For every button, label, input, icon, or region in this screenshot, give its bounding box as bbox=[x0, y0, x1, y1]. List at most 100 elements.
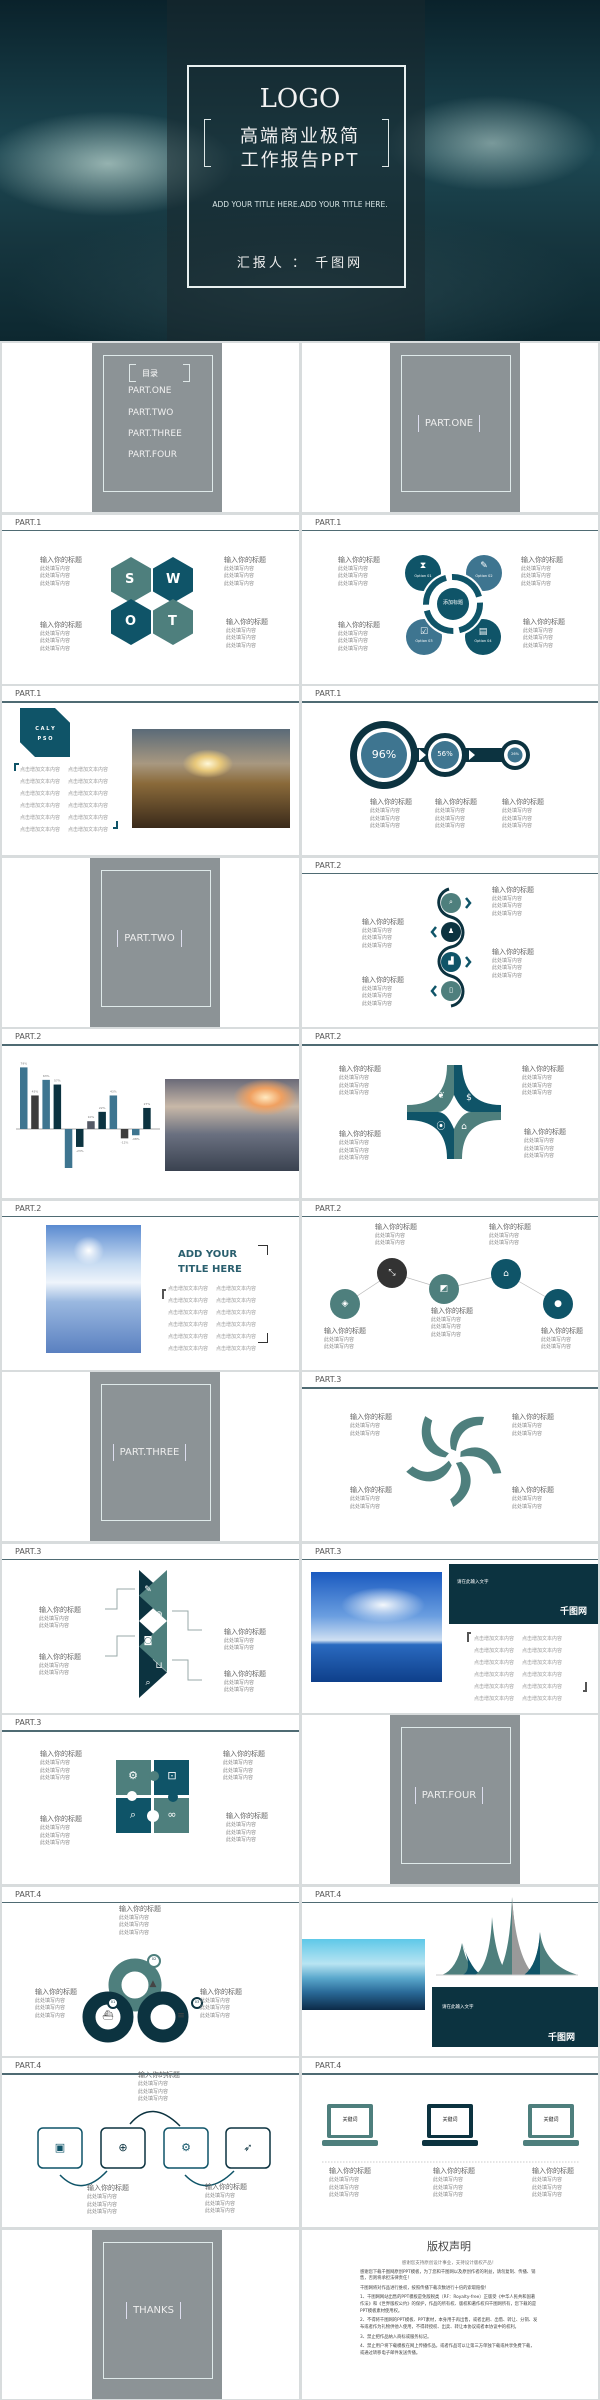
block-line: 此处填写内容 bbox=[523, 642, 554, 649]
grid-text: 点击增加文本内容 bbox=[20, 803, 61, 809]
calendar-icon: ▤ bbox=[478, 626, 488, 637]
bar-chart-slide[interactable]: PART.2 79% 43% 63% 57% -23% 10% 22% 43% -12% -08%… bbox=[2, 1029, 299, 1198]
home-icon: ⌂ bbox=[461, 1122, 467, 1132]
block-title: 输入你的标题 bbox=[370, 798, 412, 806]
block-title: 输入你的标题 bbox=[512, 1413, 554, 1421]
thanks-slide[interactable]: THANKS bbox=[2, 2229, 299, 2399]
step-number: 02 bbox=[151, 1956, 157, 1961]
toc-item[interactable]: PART.THREE bbox=[128, 429, 182, 439]
cycle-slide[interactable]: PART.1 添加标题 ⧗ ✎ ☑ ▤ Option 01 Option 02 … bbox=[302, 514, 598, 684]
progress-value: 56% bbox=[437, 750, 453, 758]
block-title: 输入你的标题 bbox=[523, 617, 565, 626]
pencil-icon: ✎ bbox=[144, 1584, 152, 1595]
block-line: 此处填写内容 bbox=[39, 1615, 70, 1622]
block-line: 此处填写内容 bbox=[224, 1679, 255, 1686]
section-slide-one[interactable]: PART.ONE bbox=[302, 343, 598, 512]
text-block: 输入你的标题 此处填写内容 此处填写内容 此处填写内容 bbox=[329, 2168, 371, 2201]
calypso-slide[interactable]: PART.1 C A L Y P S O 点击增加文本内容 点击增加文本内容 点击增… bbox=[2, 686, 299, 855]
rocket-icon: ▲ bbox=[149, 1978, 157, 1989]
block-line: 此处填写内容 bbox=[512, 1423, 543, 1429]
bar-label: 10% bbox=[88, 1115, 95, 1119]
text-grid: 点击增加文本内容 点击增加文本内容 点击增加文本内容 点击增加文本内容 点击增加文本内容… bbox=[20, 766, 108, 833]
wave-diagram bbox=[430, 887, 472, 1007]
wave-list-slide[interactable]: PART.2 ⌕ ♟ ▟ ▯ 输入你的标题 此处填写内容 此处填写内容 此处填写内容 … bbox=[302, 857, 598, 1027]
text-block: 输入你的标题 此处填写内容 此处填写内容 此处填写内容 bbox=[338, 556, 380, 590]
block-line: 此处填写内容 bbox=[541, 1336, 572, 1343]
text-block: 输入你的标题 此处填写内容 此处填写内容 bbox=[350, 1487, 392, 1512]
block-line: 此处填写内容 bbox=[435, 823, 466, 829]
pinwheel-slide[interactable]: PART.3 输入你的标题 此处填写内容 此处填写内容 输入你的标题 此处填写内容 此处… bbox=[302, 1372, 598, 1541]
mountains-slide[interactable]: PART.4 请在此输入文字 千图网 bbox=[302, 1886, 598, 2056]
toc-slide[interactable]: 目录 PART.ONE PART.TWO PART.THREE PART.FOU… bbox=[2, 343, 299, 512]
grid-text: 点击增加文本内容 bbox=[522, 1659, 563, 1666]
caption-text: 请在此输入文字 bbox=[442, 2004, 474, 2010]
ship-icon: ⛴ bbox=[102, 2010, 114, 2021]
block-title: 输入你的标题 bbox=[40, 1750, 82, 1758]
block-title: 输入你的标题 bbox=[433, 2167, 475, 2175]
sky-water-image bbox=[46, 1224, 141, 1353]
triangles-slide[interactable]: PART.3 ✎ ⊕ ◙ ⊔ ⌕ 输入你的标题 此处填写内容 此处填写内容 输入你的… bbox=[2, 1543, 299, 1713]
text-block: 输入你的标题 此处填写内容 此处填写内容 此处填写内容 bbox=[138, 2072, 180, 2105]
toc-item[interactable]: PART.FOUR bbox=[128, 450, 177, 460]
puzzle-diagram bbox=[116, 1760, 189, 1833]
section-slide-four[interactable]: PART.FOUR bbox=[302, 1715, 598, 1884]
progress-slide[interactable]: PART.1 96% 56% 26% 输入你的标题 此处填写内容 此处填写内容 此处填… bbox=[302, 686, 598, 855]
block-title: 输入你的标题 bbox=[492, 885, 534, 894]
add-title-slide[interactable]: PART.2 ADD YOUR TITLE HERE 点击增加文本内容 点击增加文… bbox=[2, 1200, 299, 1370]
bar bbox=[132, 1129, 140, 1136]
copyright-paragraph: 2、不得将千图网的PPT模板、PPT素材，本身用于再出售，或者出租、出借、转让、… bbox=[360, 2318, 538, 2331]
block-title: 输入你的标题 bbox=[200, 1987, 242, 1996]
text-block: 输入你的标题 此处填写内容 此处填写内容 此处填写内容 bbox=[35, 1988, 77, 2022]
rings-slide[interactable]: PART.4 02 01 03 ▲ ⛴ ≡ 输入你的标题 此处填写内容 此处填写内容… bbox=[2, 1886, 299, 2056]
steps-slide[interactable]: PART.4 ▣ ⊕ ⚙ ➶ 输入你的标题 此处填写内容 此处填写内容 此处填写内容 … bbox=[2, 2058, 299, 2227]
block-line: 此处填写内容 bbox=[40, 573, 71, 579]
block-line: 此处填写内容 bbox=[492, 910, 523, 917]
bar-label: 22% bbox=[99, 1106, 106, 1110]
laptops-slide[interactable]: PART.4 关键词 关键词 关键词 输入你的标题 此处填写内容 此处填写内容 此处填… bbox=[302, 2058, 598, 2227]
grid-text: 点击增加文本内容 bbox=[522, 1671, 563, 1678]
section-slide-two[interactable]: PART.TWO bbox=[2, 857, 299, 1027]
swot-slide[interactable]: PART.1 S W O T 输入你的标题 此处填写内容 此处填写内容 此处填写内容 … bbox=[2, 514, 299, 684]
block-title: 输入你的标题 bbox=[532, 2167, 574, 2175]
laptop bbox=[322, 2104, 378, 2146]
keyword-label: 关键词 bbox=[543, 2117, 559, 2123]
toc-item[interactable]: PART.ONE bbox=[128, 386, 171, 396]
section-title: PART.TWO bbox=[117, 929, 182, 947]
briefcase-icon: ▣ bbox=[54, 2141, 66, 2154]
sea-slide[interactable]: PART.3 请在此输入文字 千图网 点击增加文本内容 点击增加文本内容 点击增加文… bbox=[302, 1543, 598, 1713]
slide-title: ADD YOUR bbox=[178, 1248, 238, 1260]
grid-text: 点击增加文本内容 bbox=[68, 767, 109, 773]
block-title: 输入你的标题 bbox=[39, 1652, 81, 1661]
network-slide[interactable]: PART.2 ◈ ⤡ ◩ ⌂ ● 输入你的标题 此处填写内容 此处填写内容 输入你的… bbox=[302, 1200, 598, 1370]
block-line: 此处填写内容 bbox=[200, 2012, 231, 2019]
block-line: 此处填写内容 bbox=[40, 638, 71, 644]
section-slide-three[interactable]: PART.THREE bbox=[2, 1372, 299, 1541]
text-block: 输入你的标题 此处填写内容 此处填写内容 bbox=[39, 1652, 81, 1679]
block-title: 输入你的标题 bbox=[522, 1065, 564, 1073]
block-line: 此处填写内容 bbox=[492, 895, 523, 902]
part-label: PART.2 bbox=[15, 1203, 42, 1213]
cart-icon: ⊔ bbox=[155, 1660, 163, 1671]
copyright-slide[interactable]: 版权声明 感谢您支持原创设计事业，支持设计版权产品！ 感谢您下载千图网原创PPT… bbox=[302, 2229, 598, 2399]
star-slide[interactable]: PART.2 ❦ $ ⦿ ⌂ 输入你的标题 此处填写内容 此处填写内容 此处填写内容 … bbox=[302, 1029, 598, 1198]
grid-text: 点击增加文本内容 bbox=[474, 1671, 515, 1678]
block-line: 此处填写内容 bbox=[339, 1155, 370, 1161]
block-title: 输入你的标题 bbox=[362, 917, 404, 926]
block-title: 输入你的标题 bbox=[224, 555, 266, 564]
search-document-icon: ⌕ bbox=[449, 897, 453, 906]
resize-icon: ⤡ bbox=[388, 1267, 396, 1278]
block-line: 此处填写内容 bbox=[226, 635, 257, 641]
text-block: 输入你的标题 此处填写内容 此处填写内容 bbox=[224, 1670, 266, 1696]
text-block: 输入你的标题 此处填写内容 此处填写内容 此处填写内容 bbox=[362, 976, 404, 1010]
block-line: 此处填写内容 bbox=[205, 2208, 236, 2214]
bar-label: -12% bbox=[121, 1140, 129, 1144]
block-title: 输入你的标题 bbox=[119, 1904, 161, 1913]
part-label: PART.3 bbox=[315, 1546, 342, 1556]
text-block: 输入你的标题 此处填写内容 此处填写内容 bbox=[224, 1628, 266, 1654]
laptops-diagram bbox=[322, 2104, 580, 2163]
puzzle-slide[interactable]: PART.3 ⚙ ⊡ ⌕ ∞ 输入你的标题 此处填写内容 此处填写内容 此处填写内容 … bbox=[2, 1715, 299, 1884]
block-line: 此处填写内容 bbox=[350, 1430, 381, 1437]
toc-item[interactable]: PART.TWO bbox=[128, 408, 173, 418]
block-line: 此处填写内容 bbox=[502, 808, 533, 814]
text-block: 输入你的标题 此处填写内容 此处填写内容 此处填写内容 bbox=[119, 1904, 161, 1939]
